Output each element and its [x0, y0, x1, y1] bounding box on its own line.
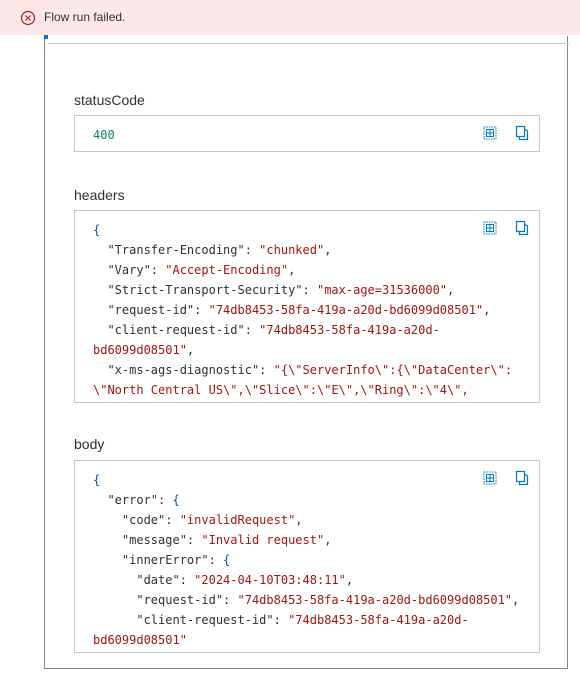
- json-colon: :: [194, 303, 209, 317]
- json-value: "74db8453-58fa-419a-a20d-bd6099d08501": [208, 303, 484, 317]
- json-key: "date": [93, 573, 180, 587]
- json-colon: :: [165, 513, 180, 527]
- panel-divider: [48, 43, 569, 44]
- code-line: "message": "Invalid request",: [93, 530, 503, 550]
- json-comma: ,: [186, 343, 195, 357]
- headers-label: headers: [74, 187, 125, 203]
- code-line: bd6099d08501",: [93, 340, 503, 360]
- json-key: "client-request-id": [93, 323, 245, 337]
- json-value: "Accept-Encoding": [165, 263, 289, 277]
- body-label: body: [74, 436, 105, 452]
- json-comma: ,: [447, 283, 455, 297]
- code-line: "client-request-id": "74db8453-58fa-419a…: [93, 610, 503, 630]
- json-value: "invalidRequest": [179, 513, 296, 527]
- headers-json: { "Transfer-Encoding": "chunked", "Vary"…: [93, 220, 512, 400]
- json-brace: {: [93, 223, 101, 237]
- json-brace: {: [172, 493, 180, 507]
- json-value: "{\"ServerInfo\":{\"DataCenter\":: [273, 363, 513, 377]
- code-line: "date": "2024-04-10T03:48:11",: [93, 570, 503, 590]
- code-line: bd6099d08501": [93, 630, 503, 650]
- code-line: {: [93, 470, 503, 490]
- body-box[interactable]: { "error": { "code": "invalidRequest", "…: [74, 460, 540, 653]
- code-line: \"North Central US\",\"Slice\":\"E\",\"R…: [93, 380, 503, 400]
- expand-icon[interactable]: [482, 125, 498, 141]
- json-value: "Invalid request": [201, 533, 325, 547]
- json-value: "max-age=31536000": [316, 283, 448, 297]
- error-message: Flow run failed.: [44, 10, 126, 24]
- code-line: "Vary": "Accept-Encoding",: [93, 260, 503, 280]
- json-key: "innerError": [93, 553, 209, 567]
- copy-icon[interactable]: [514, 125, 530, 141]
- body-json: { "error": { "code": "invalidRequest", "…: [93, 470, 519, 650]
- json-key: "Vary": [93, 263, 151, 277]
- json-colon: :: [223, 593, 238, 607]
- code-line: "client-request-id": "74db8453-58fa-419a…: [93, 320, 503, 340]
- json-key: "Strict-Transport-Security": [93, 283, 303, 297]
- json-value-continued: \"North Central US\",\"Slice\":\"E\",\"R…: [93, 383, 469, 397]
- code-line: "Transfer-Encoding": "chunked",: [93, 240, 503, 260]
- json-key: "code": [93, 513, 166, 527]
- status-code-box[interactable]: 400: [74, 115, 540, 152]
- json-key: "request-id": [93, 593, 224, 607]
- json-key: "request-id": [93, 303, 195, 317]
- code-line: "request-id": "74db8453-58fa-419a-a20d-b…: [93, 590, 519, 610]
- json-key: "message": [93, 533, 187, 547]
- json-comma: ,: [324, 533, 332, 547]
- json-value: "74db8453-58fa-419a-a20d-bd6099d08501": [237, 593, 513, 607]
- json-colon: :: [273, 613, 289, 627]
- json-key: "error": [93, 493, 159, 507]
- expand-icon[interactable]: [482, 220, 498, 236]
- json-key: "Transfer-Encoding": [93, 243, 245, 257]
- json-colon: :: [150, 263, 166, 277]
- json-value-continued: bd6099d08501": [93, 343, 187, 357]
- code-line: "x-ms-ags-diagnostic": "{\"ServerInfo\":…: [93, 360, 512, 380]
- json-value-continued: bd6099d08501": [93, 633, 187, 647]
- json-colon: :: [244, 323, 260, 337]
- code-line: "Strict-Transport-Security": "max-age=31…: [93, 280, 503, 300]
- json-value: "chunked": [259, 243, 325, 257]
- json-colon: :: [158, 493, 173, 507]
- status-code-value: 400: [93, 128, 115, 142]
- json-value: "74db8453-58fa-419a-a20d-: [259, 323, 440, 337]
- json-key: "client-request-id": [93, 613, 274, 627]
- headers-box[interactable]: { "Transfer-Encoding": "chunked", "Vary"…: [74, 210, 540, 403]
- json-colon: :: [244, 243, 260, 257]
- copy-icon[interactable]: [514, 220, 530, 236]
- error-circle-icon: [20, 10, 36, 26]
- json-value: "74db8453-58fa-419a-a20d-: [288, 613, 469, 627]
- json-value: "2024-04-10T03:48:11": [194, 573, 346, 587]
- json-comma: ,: [288, 263, 296, 277]
- json-comma: ,: [324, 243, 332, 257]
- error-banner: Flow run failed.: [0, 0, 580, 35]
- expand-icon[interactable]: [482, 470, 498, 486]
- json-comma: ,: [512, 593, 520, 607]
- json-colon: :: [186, 533, 202, 547]
- json-brace: {: [93, 473, 101, 487]
- code-line: "code": "invalidRequest",: [93, 510, 503, 530]
- panel-scroll-indicator: [44, 35, 48, 39]
- code-line: "error": {: [93, 490, 503, 510]
- code-line: "request-id": "74db8453-58fa-419a-a20d-b…: [93, 300, 503, 320]
- json-colon: :: [208, 553, 224, 567]
- json-key: "x-ms-ags-diagnostic": [93, 363, 260, 377]
- status-code-label: statusCode: [74, 92, 145, 108]
- copy-icon[interactable]: [514, 470, 530, 486]
- json-colon: :: [302, 283, 317, 297]
- json-comma: ,: [295, 513, 303, 527]
- json-colon: :: [259, 363, 274, 377]
- json-colon: :: [179, 573, 195, 587]
- json-comma: ,: [483, 303, 491, 317]
- code-line: {: [93, 220, 503, 240]
- code-line: "innerError": {: [93, 550, 503, 570]
- json-brace: {: [223, 553, 231, 567]
- json-comma: ,: [345, 573, 354, 587]
